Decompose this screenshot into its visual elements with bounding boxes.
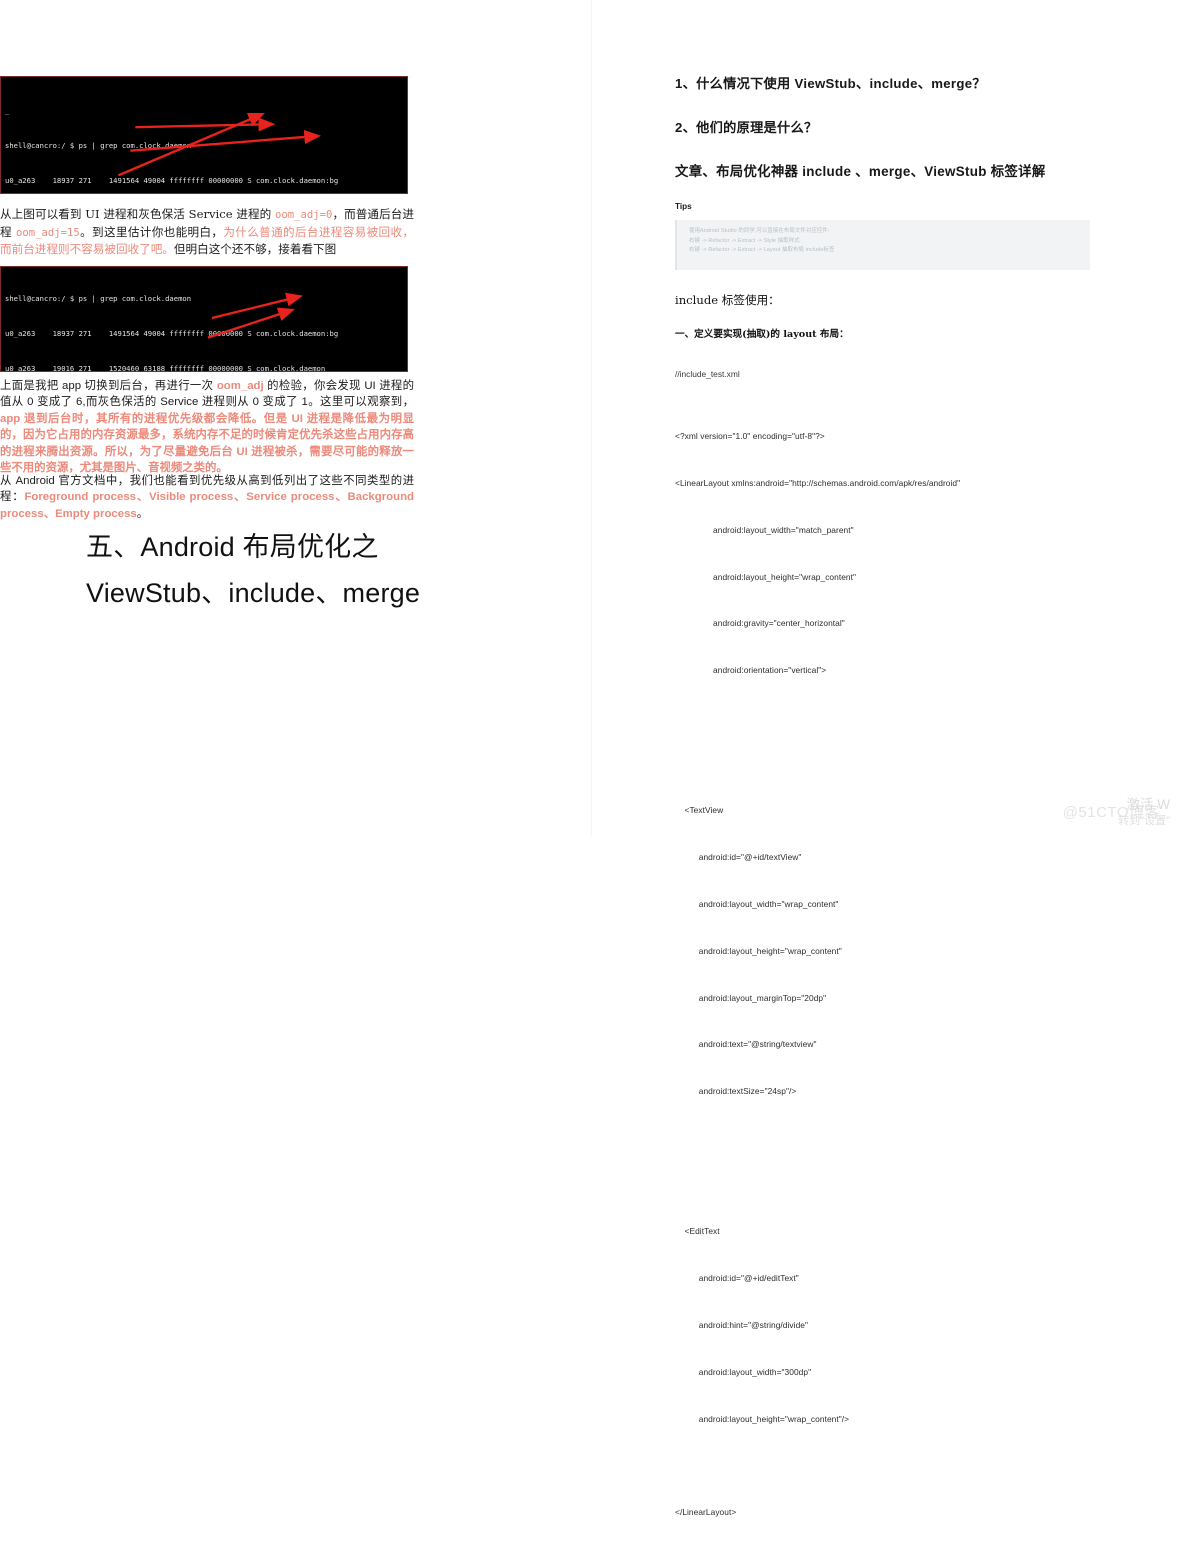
terminal-screenshot-foreground: _ shell@cancro:/ $ ps | grep com.clock.d… bbox=[0, 76, 408, 194]
tips-line: 右键 -> Refactor -> Extract -> Layout 抽取布局… bbox=[689, 247, 835, 254]
paragraph-background-priority: 上面是我把 app 切换到后台，再进行一次 oom_adj 的检验，你会发现 U… bbox=[0, 378, 414, 476]
terminal-line: _ bbox=[5, 105, 10, 115]
terminal-line: u0_a263 18937 271 1491564 49004 ffffffff… bbox=[5, 328, 339, 338]
code-filename: //include_test.xml bbox=[675, 369, 740, 379]
p1-seg1: 从上图可以看到 UI 进程和灰色保活 Service 进程的 bbox=[0, 207, 276, 221]
paragraph-process-types: 从 Android 官方文档中，我们也能看到优先级从高到低列出了这些不同类型的进… bbox=[0, 473, 414, 522]
paragraph-oom-adj-explanation: 从上图可以看到 UI 进程和灰色保活 Service 进程的 oom_adj=0… bbox=[0, 206, 414, 258]
code-line: android:layout_width="wrap_content" bbox=[675, 899, 839, 909]
code-line: android:id="@+id/textView" bbox=[675, 852, 802, 863]
code-spacer bbox=[675, 710, 1145, 726]
code-line: android:layout_height="wrap_content" bbox=[675, 571, 857, 582]
document-page-left: _ shell@cancro:/ $ ps | grep com.clock.d… bbox=[0, 0, 592, 836]
p2-highlight-body: app 退到后台时，其所有的进程优先级都会降低。但是 UI 进程是降低最为明显的… bbox=[0, 412, 414, 475]
xml-code-block: <?xml version="1.0" encoding="utf-8"?> <… bbox=[675, 398, 1145, 1552]
tips-label: Tips bbox=[675, 202, 692, 211]
code-line: android:text="@string/textview" bbox=[675, 1039, 817, 1050]
include-usage-title: include 标签使用： bbox=[675, 293, 780, 307]
code-line: android:hint="@string/divide" bbox=[675, 1320, 809, 1331]
code-line: <EditText bbox=[675, 1226, 720, 1237]
article-reference-line: 文章、布局优化神器 include 、merge、ViewStub 标签详解 bbox=[675, 164, 1046, 179]
activation-line-2: 转到"设置" bbox=[1118, 815, 1170, 827]
p2-seg1: 上面是我把 app 切换到后台，再进行一次 bbox=[0, 380, 217, 392]
terminal-2-text: shell@cancro:/ $ ps | grep com.clock.dae… bbox=[1, 267, 407, 372]
terminal-line: u0_a263 18937 271 1491564 49004 ffffffff… bbox=[5, 176, 339, 186]
question-1: 1、什么情况下使用 ViewStub、include、merge？ bbox=[675, 76, 986, 91]
code-spacer bbox=[675, 1178, 1145, 1194]
p1-seg3: 。到这里估计你也能明白， bbox=[79, 224, 224, 239]
tips-box: 使用Android Studio 的同学,可以直接在布局文件对应控件: 右键 -… bbox=[675, 220, 1090, 270]
terminal-line: shell@cancro:/ $ ps | grep com.clock.dae… bbox=[5, 294, 192, 304]
code-line: android:layout_marginTop="20dp" bbox=[675, 992, 827, 1003]
code-line: </LinearLayout> bbox=[675, 1507, 737, 1518]
p3-seg2: 。 bbox=[136, 507, 149, 520]
code-line: android:gravity="center_horizontal" bbox=[675, 618, 845, 629]
p1-code2: oom_adj=15 bbox=[15, 226, 80, 239]
question-2: 2、他们的原理是什么？ bbox=[675, 120, 818, 135]
tips-line: 右键 -> Refactor -> Extract -> Style 抽取样式 bbox=[689, 237, 800, 244]
terminal-line: u0_a263 19016 271 1520460 63188 ffffffff… bbox=[5, 363, 326, 372]
p1-code1: oom_adj=0 bbox=[275, 209, 333, 221]
code-line: android:layout_height="wrap_content"/> bbox=[675, 1413, 850, 1424]
code-spacer bbox=[675, 1458, 1145, 1474]
code-line: android:textSize="24sp"/> bbox=[675, 1086, 797, 1097]
code-line: android:layout_width="300dp" bbox=[675, 1366, 812, 1377]
code-line: android:orientation="vertical"> bbox=[675, 665, 827, 676]
code-line: android:id="@+id/editText" bbox=[675, 1273, 799, 1284]
tips-line: 使用Android Studio 的同学,可以直接在布局文件对应控件: bbox=[689, 228, 830, 234]
section-heading: 五、Android 布局优化之 ViewStub、include、merge bbox=[86, 532, 421, 608]
activation-line-1: 激活 W bbox=[1126, 797, 1171, 812]
code-line: android:layout_width="match_parent" bbox=[675, 524, 854, 535]
p2-highlight-oom-adj: oom_adj bbox=[216, 380, 264, 392]
terminal-line: shell@cancro:/ $ ps | grep com.clock.dae… bbox=[5, 140, 192, 150]
p3-process-list: Foreground process、Visible process、Servi… bbox=[0, 491, 414, 520]
code-spacer bbox=[675, 1131, 1145, 1147]
code-spacer bbox=[675, 757, 1145, 773]
terminal-screenshot-background: shell@cancro:/ $ ps | grep com.clock.dae… bbox=[0, 266, 408, 372]
p1-seg4: 但明白这个还不够，接着看下图 bbox=[173, 242, 337, 257]
code-line: <?xml version="1.0" encoding="utf-8"?> bbox=[675, 431, 825, 442]
document-page-right: 1、什么情况下使用 ViewStub、include、merge？ 2、他们的原… bbox=[592, 0, 1184, 1517]
windows-activation-watermark: 激活 W 转到"设置" bbox=[1118, 796, 1170, 830]
step-one-label: 一、定义要实现(抽取)的 layout 布局： bbox=[675, 329, 849, 340]
code-line: <LinearLayout xmlns:android="http://sche… bbox=[675, 477, 961, 488]
terminal-1-text: _ shell@cancro:/ $ ps | grep com.clock.d… bbox=[1, 77, 407, 193]
code-line: android:layout_height="wrap_content" bbox=[675, 945, 842, 956]
